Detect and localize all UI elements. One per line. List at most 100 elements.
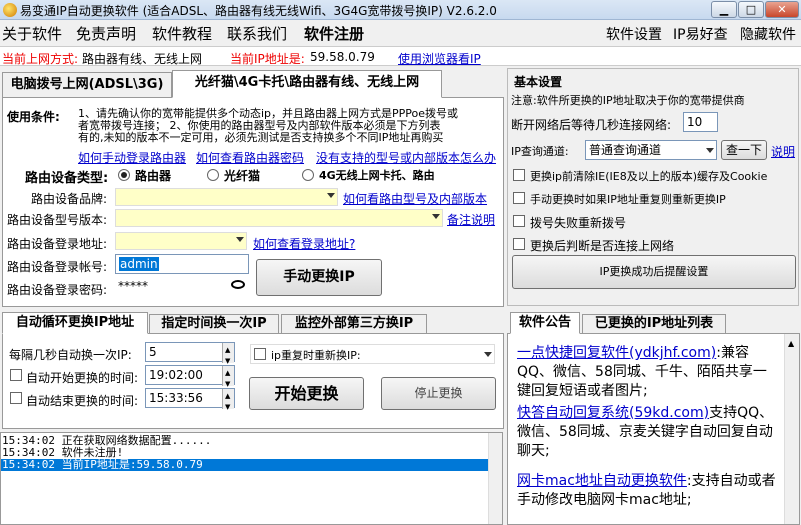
interval-value: 5: [149, 345, 157, 359]
announcement-panel: 一点快捷回复软件(ydkjhf.com):兼容QQ、微信、58同城、千牛、陌陌共…: [507, 333, 800, 525]
redial-checkbox[interactable]: [513, 215, 525, 227]
chevron-down-icon: [236, 237, 244, 242]
announcement-scrollbar[interactable]: ▲: [784, 334, 799, 524]
announcement-item: 快答自动回复系统(59kd.com)支持QQ、微信、58同城、京麦关键字自动回复…: [517, 404, 779, 461]
tab-adsl[interactable]: 电脑拨号上网(ADSL\3G): [2, 72, 172, 98]
brand-help-link[interactable]: 如何看路由型号及内部版本: [343, 190, 487, 207]
tab-router[interactable]: 光纤猫\4G卡托\路由器有线、无线上网: [172, 70, 442, 98]
mode-label: 当前上网方式:: [2, 52, 79, 66]
status-line: 当前上网方式: 路由器有线、无线上网 当前IP地址是: 59.58.0.79 使…: [0, 46, 801, 66]
device-type-router-label: 路由器: [135, 169, 172, 183]
clear-cache-label: 更换ip前清除IE(IE8及以上的版本)缓存及Cookie: [530, 170, 768, 183]
chevron-down-icon: [432, 214, 440, 219]
show-password-eye-icon[interactable]: [231, 280, 245, 289]
maximize-button[interactable]: □: [738, 1, 764, 18]
tab-ip-history[interactable]: 已更换的IP地址列表: [582, 314, 726, 334]
router-password-link[interactable]: 如何查看路由器密码: [196, 149, 304, 166]
auto-end-checkbox[interactable]: [10, 392, 22, 404]
log-scrollbar[interactable]: [488, 433, 502, 524]
announcement-item: 一点快捷回复软件(ydkjhf.com):兼容QQ、微信、58同城、千牛、陌陌共…: [517, 344, 779, 401]
menu-tutorial[interactable]: 软件教程: [152, 23, 212, 44]
address-label: 路由设备登录地址:: [7, 237, 108, 251]
interval-stepper[interactable]: [222, 341, 234, 370]
manual-change-ip-button[interactable]: 手动更换IP: [256, 259, 382, 296]
unsupported-model-link[interactable]: 没有支持的型号或内部版本怎么办: [316, 149, 496, 166]
chevron-down-icon: [706, 148, 714, 153]
menu-disclaimer[interactable]: 免责声明: [76, 23, 136, 44]
manual-login-link[interactable]: 如何手动登录路由器: [78, 149, 186, 166]
basic-settings-group: 基本设置 注意:软件所更换的IP地址取决于你的宽带提供商 断开网络后等待几秒连接…: [507, 68, 799, 306]
password-input[interactable]: *****: [115, 277, 249, 297]
menu-register[interactable]: 软件注册: [304, 23, 364, 44]
device-type-modem-radio[interactable]: [207, 169, 219, 181]
tab-notice[interactable]: 软件公告: [510, 312, 580, 334]
account-label: 路由设备登录帐号:: [7, 260, 108, 274]
address-help-link[interactable]: 如何查看登录地址?: [253, 235, 355, 252]
scroll-up-icon[interactable]: ▲: [788, 339, 794, 348]
check-button[interactable]: 查一下: [721, 140, 767, 160]
auto-start-checkbox[interactable]: [10, 369, 22, 381]
check-connection-checkbox[interactable]: [513, 238, 525, 250]
end-time-input[interactable]: 15:33:56: [145, 387, 235, 416]
model-note-link[interactable]: 备注说明: [447, 211, 495, 228]
brand-select[interactable]: [115, 188, 338, 206]
ip-value: 59.58.0.79: [310, 50, 375, 64]
start-time-stepper[interactable]: [222, 364, 234, 393]
app-icon: [3, 3, 17, 17]
device-type-modem-label: 光纤猫: [224, 169, 261, 183]
tab-auto-loop[interactable]: 自动循环更换IP地址: [2, 312, 148, 334]
menu-about[interactable]: 关于软件: [2, 23, 62, 44]
brand-label: 路由设备品牌:: [31, 192, 108, 206]
device-type-4g-radio[interactable]: [302, 169, 314, 181]
password-value: *****: [118, 279, 148, 293]
end-time-stepper[interactable]: [222, 387, 234, 416]
stop-change-button[interactable]: 停止更换: [381, 377, 496, 410]
basic-settings-title: 基本设置: [514, 75, 563, 89]
device-type-router-radio[interactable]: [118, 169, 130, 181]
start-time-value: 19:02:00: [149, 368, 203, 382]
log-list[interactable]: 15:34:02 正在获取网络数据配置...... 15:34:02 软件未注册…: [0, 432, 503, 525]
reconnect-input[interactable]: 10: [683, 112, 718, 132]
menu-ip-lookup[interactable]: IP易好查: [673, 24, 728, 44]
tab-scheduled[interactable]: 指定时间换一次IP: [149, 314, 279, 334]
menu-hide[interactable]: 隐藏软件: [740, 24, 796, 44]
title-bar: 易变通IP自动更换软件 (适合ADSL、路由器有线无线Wifi、3G4G宽带拨号…: [0, 0, 801, 20]
basic-settings-note: 注意:软件所更换的IP地址取决于你的宽带提供商: [511, 94, 745, 107]
query-explain-link[interactable]: 说明: [771, 143, 795, 160]
password-label: 路由设备登录密码:: [7, 283, 108, 297]
start-time-input[interactable]: 19:02:00: [145, 364, 235, 393]
ip-label: 当前IP地址是:: [230, 52, 305, 66]
menu-contact[interactable]: 联系我们: [227, 23, 287, 44]
announcement-link[interactable]: 网卡mac地址自动更换软件: [517, 473, 687, 489]
account-value: admin: [119, 257, 159, 271]
end-time-value: 15:33:56: [149, 391, 203, 405]
menu-settings[interactable]: 软件设置: [606, 24, 662, 44]
close-button[interactable]: ✕: [765, 1, 799, 18]
interval-label: 每隔几秒自动换一次IP:: [9, 348, 132, 362]
reconnect-label: 断开网络后等待几秒连接网络:: [511, 118, 672, 132]
announcement-link[interactable]: 一点快捷回复软件(ydkjhf.com): [517, 345, 716, 361]
query-select[interactable]: 普通查询通道: [585, 140, 717, 160]
start-change-button[interactable]: 开始更换: [249, 377, 364, 410]
clear-cache-checkbox[interactable]: [513, 169, 525, 181]
account-input[interactable]: admin: [115, 254, 249, 274]
check-connection-label: 更换后判断是否连接上网络: [530, 239, 675, 253]
model-label: 路由设备型号版本:: [7, 213, 108, 227]
model-select[interactable]: [115, 209, 443, 227]
announcement-link[interactable]: 快答自动回复系统(59kd.com): [517, 405, 709, 421]
start-time-label: 自动开始更换的时间:: [26, 371, 139, 385]
remind-settings-button[interactable]: IP更换成功后提醒设置: [512, 255, 796, 289]
tab-monitor[interactable]: 监控外部第三方换IP: [281, 314, 427, 334]
device-type-4g-label: 4G无线上网卡托、路由: [319, 169, 435, 182]
repeat-ip-checkbox[interactable]: [513, 192, 525, 204]
browser-ip-link[interactable]: 使用浏览器看IP: [398, 50, 481, 67]
repeat-ip-auto-checkbox[interactable]: [254, 348, 266, 360]
repeat-ip-label: 手动更换时如果IP地址重复则重新更换IP: [530, 193, 726, 206]
menu-bar: 关于软件 免责声明 软件教程 联系我们 软件注册 软件设置 IP易好查 隐藏软件: [0, 20, 801, 46]
announcement-item: 网卡mac地址自动更换软件:支持自动或者手动修改电脑网卡mac地址;: [517, 472, 779, 510]
repeat-ip-dropdown[interactable]: ip重复时重新换IP:: [250, 344, 495, 364]
minimize-button[interactable]: ▁: [711, 1, 737, 18]
address-select[interactable]: [115, 232, 247, 250]
interval-input[interactable]: 5: [145, 341, 235, 370]
device-type-label: 路由设备类型:: [25, 171, 109, 186]
